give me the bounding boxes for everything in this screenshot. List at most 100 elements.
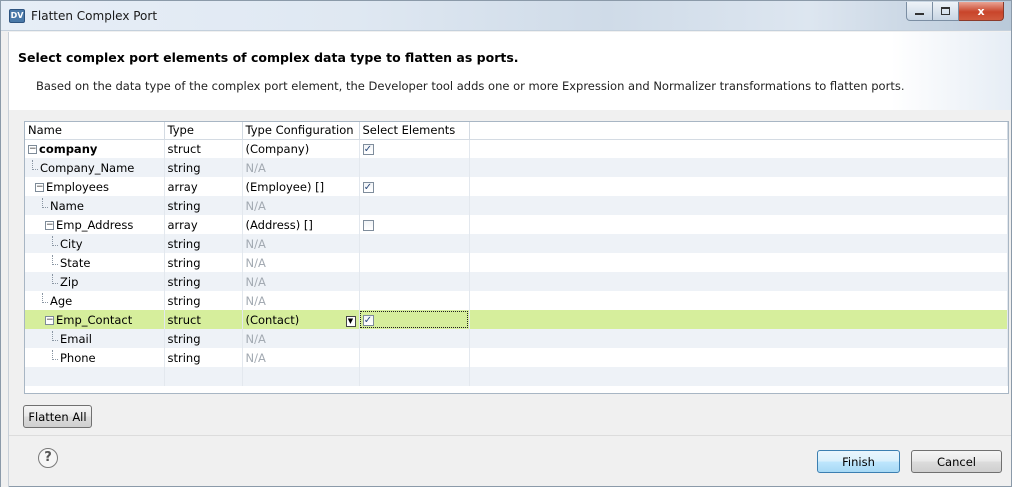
table-row[interactable]: Company_Name string N/A <box>25 158 1008 177</box>
elements-table[interactable]: Name Type Type Configuration Select Elem… <box>24 121 1009 394</box>
developer-tool-icon: DV <box>9 9 25 23</box>
table-header-row: Name Type Type Configuration Select Elem… <box>25 122 1008 140</box>
tree-connector <box>32 160 38 170</box>
row-select-cell <box>359 234 470 253</box>
maximize-icon <box>941 7 950 15</box>
tree-connector <box>52 331 58 341</box>
tree-connector <box>52 274 58 284</box>
row-select-cell <box>359 291 470 310</box>
row-name: City <box>60 237 83 251</box>
maximize-button[interactable] <box>933 2 959 21</box>
row-select-cell <box>359 348 470 367</box>
row-name: Employees <box>46 179 109 194</box>
help-icon[interactable]: ? <box>38 448 58 468</box>
cancel-button[interactable]: Cancel <box>911 450 1002 473</box>
row-name-cell: Zip <box>25 272 165 291</box>
header-decoration <box>891 32 1011 110</box>
row-name: company <box>39 141 98 156</box>
row-type-config: N/A <box>242 348 360 367</box>
row-name-cell: − company <box>25 139 165 158</box>
row-select-cell: ✓ <box>359 177 470 196</box>
row-select-cell <box>359 158 470 177</box>
column-header-filler <box>469 122 1008 140</box>
header-description: Based on the data type of the complex po… <box>36 79 905 93</box>
row-type: array <box>164 215 243 234</box>
row-name: Emp_Address <box>56 217 134 232</box>
row-name: Emp_Contact <box>56 312 133 327</box>
row-name-cell: Phone <box>25 348 165 367</box>
row-type-config: (Address) [] <box>242 215 360 234</box>
table-row[interactable]: City string N/A <box>25 234 1008 253</box>
tree-connector <box>52 236 58 246</box>
table-row[interactable]: Name string N/A <box>25 196 1008 215</box>
row-type: struct <box>164 310 243 329</box>
collapse-icon[interactable]: − <box>28 144 37 154</box>
window-title: Flatten Complex Port <box>31 9 158 23</box>
row-name-cell: Email <box>25 329 165 348</box>
left-edge <box>1 32 9 487</box>
row-select-cell <box>359 196 470 215</box>
column-header-type-configuration[interactable]: Type Configuration <box>242 122 360 140</box>
select-checkbox[interactable]: ✓ <box>362 314 374 326</box>
dialog-header: Select complex port elements of complex … <box>9 32 1011 110</box>
select-checkbox[interactable]: ✓ <box>362 143 374 155</box>
row-type-config: N/A <box>242 291 360 310</box>
row-name-cell: Age <box>25 291 165 310</box>
tree-connector <box>42 198 48 208</box>
row-type: string <box>164 253 243 272</box>
row-type: string <box>164 348 243 367</box>
row-name: Email <box>60 332 92 346</box>
collapse-icon[interactable]: − <box>45 220 54 230</box>
dialog-window: DV Flatten Complex Port x Select complex… <box>0 0 1012 487</box>
table-row-selected[interactable]: − Emp_Contact struct (Contact) ▼ ✓ <box>25 310 1008 329</box>
row-type-config: (Employee) [] <box>242 177 360 196</box>
row-type-config: (Contact) ▼ <box>242 310 360 329</box>
row-type-config: N/A <box>242 158 360 177</box>
select-checkbox[interactable]: ✓ <box>362 181 374 193</box>
tree-connector <box>42 293 48 303</box>
row-name-cell: − Emp_Contact <box>25 310 165 329</box>
row-type: string <box>164 234 243 253</box>
table-row-empty <box>25 367 1008 386</box>
table-row[interactable]: − Emp_Address array (Address) [] <box>25 215 1008 234</box>
row-name: State <box>60 256 91 270</box>
row-type-config: N/A <box>242 272 360 291</box>
collapse-icon[interactable]: − <box>35 182 44 192</box>
row-name-cell: City <box>25 234 165 253</box>
column-header-name[interactable]: Name <box>25 122 165 140</box>
title-bar[interactable]: DV Flatten Complex Port x <box>1 1 1011 31</box>
row-name: Name <box>50 199 84 213</box>
row-type-config: N/A <box>242 253 360 272</box>
table-row[interactable]: Email string N/A <box>25 329 1008 348</box>
close-button[interactable]: x <box>959 2 1004 21</box>
table-row[interactable]: Age string N/A <box>25 291 1008 310</box>
row-name-cell: Company_Name <box>25 158 165 177</box>
row-name-cell: Name <box>25 196 165 215</box>
edit-config-icon[interactable]: ▼ <box>345 315 356 327</box>
row-select-cell <box>359 329 470 348</box>
minimize-button[interactable] <box>906 2 933 21</box>
collapse-icon[interactable]: − <box>45 315 54 325</box>
table-row[interactable]: − company struct (Company) ✓ <box>25 139 1008 158</box>
row-type: string <box>164 272 243 291</box>
tree-connector <box>52 255 58 265</box>
column-header-type[interactable]: Type <box>164 122 243 140</box>
table-row[interactable]: − Employees array (Employee) [] ✓ <box>25 177 1008 196</box>
row-type: array <box>164 177 243 196</box>
table-row[interactable]: State string N/A <box>25 253 1008 272</box>
table-row[interactable]: Zip string N/A <box>25 272 1008 291</box>
close-icon: x <box>977 4 985 18</box>
window-controls: x <box>906 2 1004 22</box>
column-header-select-elements[interactable]: Select Elements <box>359 122 470 140</box>
flatten-all-button[interactable]: Flatten All <box>23 405 92 428</box>
table-row[interactable]: Phone string N/A <box>25 348 1008 367</box>
header-title: Select complex port elements of complex … <box>18 50 519 65</box>
row-type: string <box>164 158 243 177</box>
select-checkbox[interactable] <box>362 219 374 231</box>
finish-button[interactable]: Finish <box>817 450 900 473</box>
row-type-config: N/A <box>242 234 360 253</box>
row-type-config: (Company) <box>242 139 360 158</box>
row-type-config: N/A <box>242 329 360 348</box>
row-type: string <box>164 291 243 310</box>
minimize-icon <box>915 13 924 15</box>
